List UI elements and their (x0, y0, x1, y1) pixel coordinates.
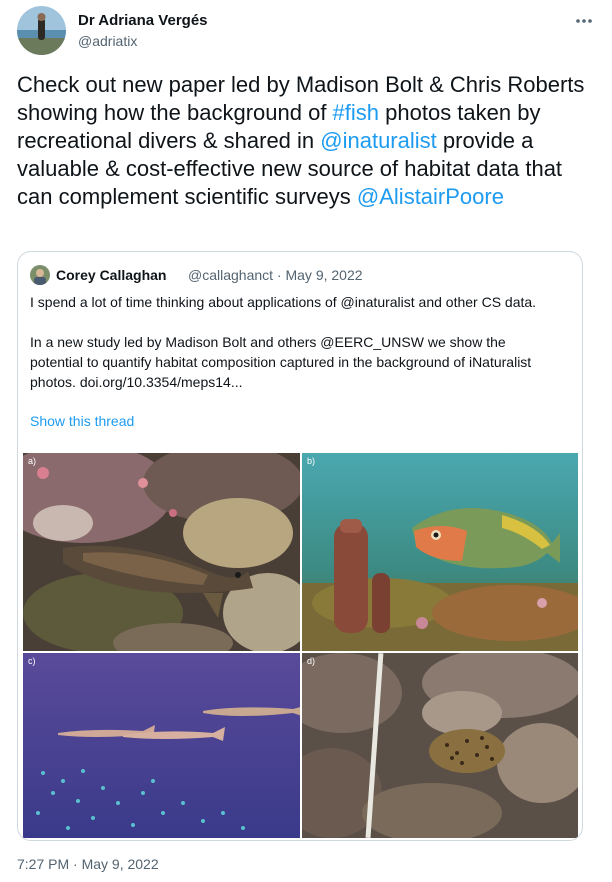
panel-label: c) (28, 656, 36, 666)
quoted-paragraph: I spend a lot of time thinking about app… (30, 294, 537, 310)
show-thread-link[interactable]: Show this thread (30, 413, 134, 429)
hashtag-fish-link[interactable]: #fish (333, 100, 379, 125)
panel-label: a) (28, 456, 37, 466)
panel-label: d) (307, 656, 316, 666)
quoted-author-meta[interactable]: @callaghanct · May 9, 2022 (188, 265, 363, 285)
mention-alistairpoore-link[interactable]: @AlistairPoore (357, 184, 504, 209)
panel-label: b) (307, 456, 316, 466)
more-horizontal-icon[interactable] (573, 10, 595, 32)
author-names: Dr Adriana Vergés @adriatix (78, 11, 208, 51)
author-handle[interactable]: @adriatix (78, 31, 208, 51)
quoted-media-figure[interactable]: a) b) c) d) (23, 453, 578, 838)
photo-panel-parrotfish: b) (302, 453, 578, 651)
mention-inaturalist-link[interactable]: @inaturalist (320, 128, 437, 153)
quoted-tweet[interactable]: Corey Callaghan @callaghanct · May 9, 20… (17, 251, 583, 841)
photo-panel-barracuda: c) (23, 653, 300, 838)
quoted-author-avatar[interactable] (30, 265, 50, 285)
tweet-timestamp[interactable]: 7:27 PM · May 9, 2022 (17, 856, 159, 872)
quoted-tweet-text: I spend a lot of time thinking about app… (30, 292, 560, 392)
tweet-text: Check out new paper led by Madison Bolt … (17, 71, 589, 211)
tweet-header: Dr Adriana Vergés @adriatix (17, 6, 595, 56)
photo-panel-goby: a) (23, 453, 300, 651)
author-display-name[interactable]: Dr Adriana Vergés (78, 11, 208, 31)
author-avatar[interactable] (17, 6, 66, 55)
photo-panel-moray: d) (302, 653, 578, 838)
quoted-paragraph: In a new study led by Madison Bolt and o… (30, 334, 532, 390)
quoted-author-name[interactable]: Corey Callaghan (56, 265, 166, 285)
